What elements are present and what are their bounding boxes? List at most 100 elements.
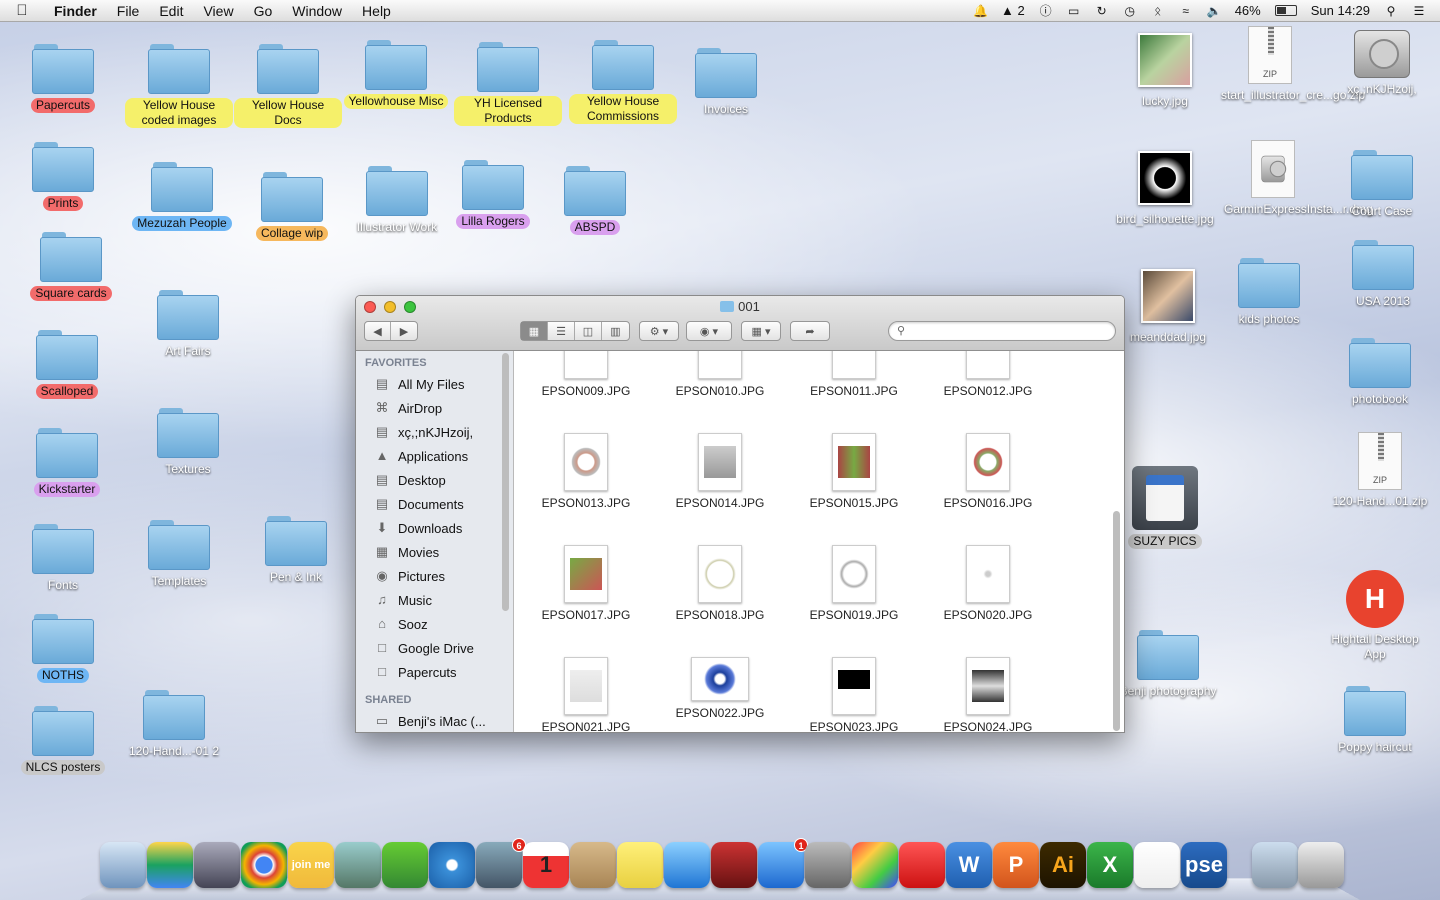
dock-illustrator-icon[interactable]: Ai — [1040, 842, 1086, 888]
file-item[interactable]: EPSON020.JPG — [928, 545, 1048, 622]
dock-powerpoint-icon[interactable]: P — [993, 842, 1039, 888]
file-item[interactable]: EPSON021.JPG — [526, 657, 646, 732]
search-input[interactable]: ⚲ — [888, 321, 1116, 341]
desktop-folder[interactable]: ABSPD — [540, 166, 650, 235]
sidebar-item[interactable]: □ Papercuts — [356, 660, 513, 684]
file-item[interactable]: EPSON018.JPG — [660, 545, 780, 622]
desktop-item[interactable]: lucky.jpg — [1110, 30, 1220, 109]
sidebar-item[interactable]: □ Google Drive — [356, 636, 513, 660]
apple-menu-icon[interactable]:  — [0, 2, 44, 19]
sidebar-item[interactable]: ▤ Documents — [356, 492, 513, 516]
menu-edit[interactable]: Edit — [149, 3, 193, 19]
menu-help[interactable]: Help — [352, 3, 401, 19]
desktop-folder[interactable]: Yellow House coded images — [124, 44, 234, 128]
desktop-folder[interactable]: NOTHS — [8, 614, 118, 683]
sidebar-item[interactable]: ▦ Movies — [356, 540, 513, 564]
desktop-folder[interactable]: Art Fairs — [133, 290, 243, 359]
file-item[interactable]: EPSON009.JPG — [526, 351, 646, 398]
desktop-folder[interactable]: Yellow House Commissions — [568, 40, 678, 124]
time-machine-icon[interactable]: ◷ — [1123, 4, 1137, 18]
desktop-item[interactable]: Poppy haircut — [1320, 686, 1430, 755]
list-view-button[interactable]: ☰ — [548, 322, 575, 340]
share-button[interactable]: ➦ — [790, 321, 830, 341]
dock-launchpad-icon[interactable] — [194, 842, 240, 888]
file-item[interactable]: EPSON022.JPG — [660, 657, 780, 720]
airplay-icon[interactable]: ▭ — [1067, 4, 1081, 18]
dock-frogger-icon[interactable] — [382, 842, 428, 888]
dock-excel-icon[interactable]: X — [1087, 842, 1133, 888]
sidebar-item[interactable]: ▭ Benji's iMac (... — [356, 709, 513, 732]
sidebar-item[interactable]: ▤ All My Files — [356, 372, 513, 396]
share-extension-button[interactable]: ◉ ▾ — [686, 321, 732, 341]
file-item[interactable]: EPSON013.JPG — [526, 433, 646, 510]
sidebar-item[interactable]: ⌂ Sooz — [356, 612, 513, 636]
content-scrollbar[interactable] — [1113, 511, 1120, 731]
file-item[interactable]: EPSON016.JPG — [928, 433, 1048, 510]
dock-sketchbook-pro-icon[interactable] — [899, 842, 945, 888]
desktop-folder[interactable]: 120-Hand...-01 2 — [119, 690, 229, 759]
desktop-folder[interactable]: Square cards — [16, 232, 126, 301]
arrange-button[interactable]: ▦ ▾ — [741, 321, 781, 341]
desktop-folder[interactable]: Mezuzah People — [127, 162, 237, 231]
file-item[interactable]: EPSON011.JPG — [794, 351, 914, 398]
dock-stickies-icon[interactable] — [617, 842, 663, 888]
desktop-item[interactable]: GarminExpressInsta...r.dmg — [1218, 140, 1373, 217]
desktop-item[interactable]: kids photos — [1214, 258, 1324, 327]
dock-photoshop-elements-icon[interactable]: pse — [1181, 842, 1227, 888]
desktop-folder[interactable]: Prints — [8, 142, 118, 211]
sidebar-scrollbar[interactable] — [502, 353, 509, 611]
desktop-item[interactable]: ZIP start_illustrator_cre...go.zip — [1215, 26, 1365, 103]
sidebar-item[interactable]: ▤ Desktop — [356, 468, 513, 492]
sidebar-item[interactable]: ⬇ Downloads — [356, 516, 513, 540]
desktop-item[interactable]: bird_silhouette.jpg — [1110, 148, 1220, 227]
dock-system-preferences-icon[interactable] — [805, 842, 851, 888]
dock-color-picker-icon[interactable] — [852, 842, 898, 888]
desktop-folder[interactable]: Pen & Ink — [241, 516, 351, 585]
dock-acrobat-icon[interactable] — [1134, 842, 1180, 888]
dock-app-store-icon[interactable]: 1 — [758, 838, 808, 888]
bluetooth-icon[interactable]: ᛟ — [1151, 4, 1165, 18]
adobe-status-item[interactable]: ▲ 2 — [1001, 3, 1025, 18]
menu-view[interactable]: View — [193, 3, 243, 19]
notification-center-icon[interactable]: ☰ — [1412, 4, 1426, 18]
desktop-item[interactable]: meanddad.jpg — [1113, 266, 1223, 345]
desktop-folder[interactable]: Lilla Rogers — [438, 160, 548, 229]
dock-chrome-icon[interactable] — [241, 842, 287, 888]
desktop-item[interactable]: Court Case — [1327, 150, 1437, 219]
wifi-icon[interactable]: ≈ — [1179, 4, 1193, 18]
dock-google-drive-icon[interactable] — [147, 842, 193, 888]
desktop-item[interactable]: USA 2013 — [1328, 240, 1438, 309]
dock-itunes-icon[interactable] — [664, 842, 710, 888]
desktop-item[interactable]: SUZY PICS — [1110, 466, 1220, 549]
back-button[interactable]: ◀ — [365, 322, 392, 340]
menu-file[interactable]: File — [107, 3, 150, 19]
column-view-button[interactable]: ◫ — [575, 322, 602, 340]
dock-photo-booth-icon[interactable] — [711, 842, 757, 888]
desktop-folder[interactable]: Kickstarter — [12, 428, 122, 497]
sidebar-item[interactable]: ◉ Pictures — [356, 564, 513, 588]
menu-go[interactable]: Go — [244, 3, 283, 19]
dock-word-icon[interactable]: W — [946, 842, 992, 888]
file-item[interactable]: EPSON017.JPG — [526, 545, 646, 622]
menu-window[interactable]: Window — [282, 3, 352, 19]
file-item[interactable]: EPSON010.JPG — [660, 351, 780, 398]
clock[interactable]: Sun 14:29 — [1311, 3, 1370, 18]
dock-trash-icon[interactable] — [1298, 842, 1344, 888]
desktop-folder[interactable]: Papercuts — [8, 44, 118, 113]
coverflow-view-button[interactable]: ▥ — [602, 322, 629, 340]
desktop-folder[interactable]: Yellowhouse Misc — [341, 40, 451, 109]
file-item[interactable]: EPSON023.JPG — [794, 657, 914, 732]
desktop-folder[interactable]: NLCS posters — [8, 706, 118, 775]
dock-game-icon[interactable] — [335, 842, 381, 888]
desktop-folder[interactable]: Fonts — [8, 524, 118, 593]
sidebar-item[interactable]: ▲ Applications — [356, 444, 513, 468]
dock-finder-icon[interactable] — [100, 842, 146, 888]
desktop-item[interactable]: H Hightail Desktop App — [1320, 570, 1430, 662]
desktop-folder[interactable]: Yellow House Docs — [233, 44, 343, 128]
battery-icon[interactable] — [1274, 5, 1297, 16]
sidebar-item[interactable]: ♫ Music — [356, 588, 513, 612]
app-menu-finder[interactable]: Finder — [44, 3, 107, 19]
desktop-folder[interactable]: YH Licensed Products — [453, 42, 563, 126]
desktop-folder[interactable]: Scalloped — [12, 330, 122, 399]
forward-button[interactable]: ▶ — [391, 322, 417, 340]
